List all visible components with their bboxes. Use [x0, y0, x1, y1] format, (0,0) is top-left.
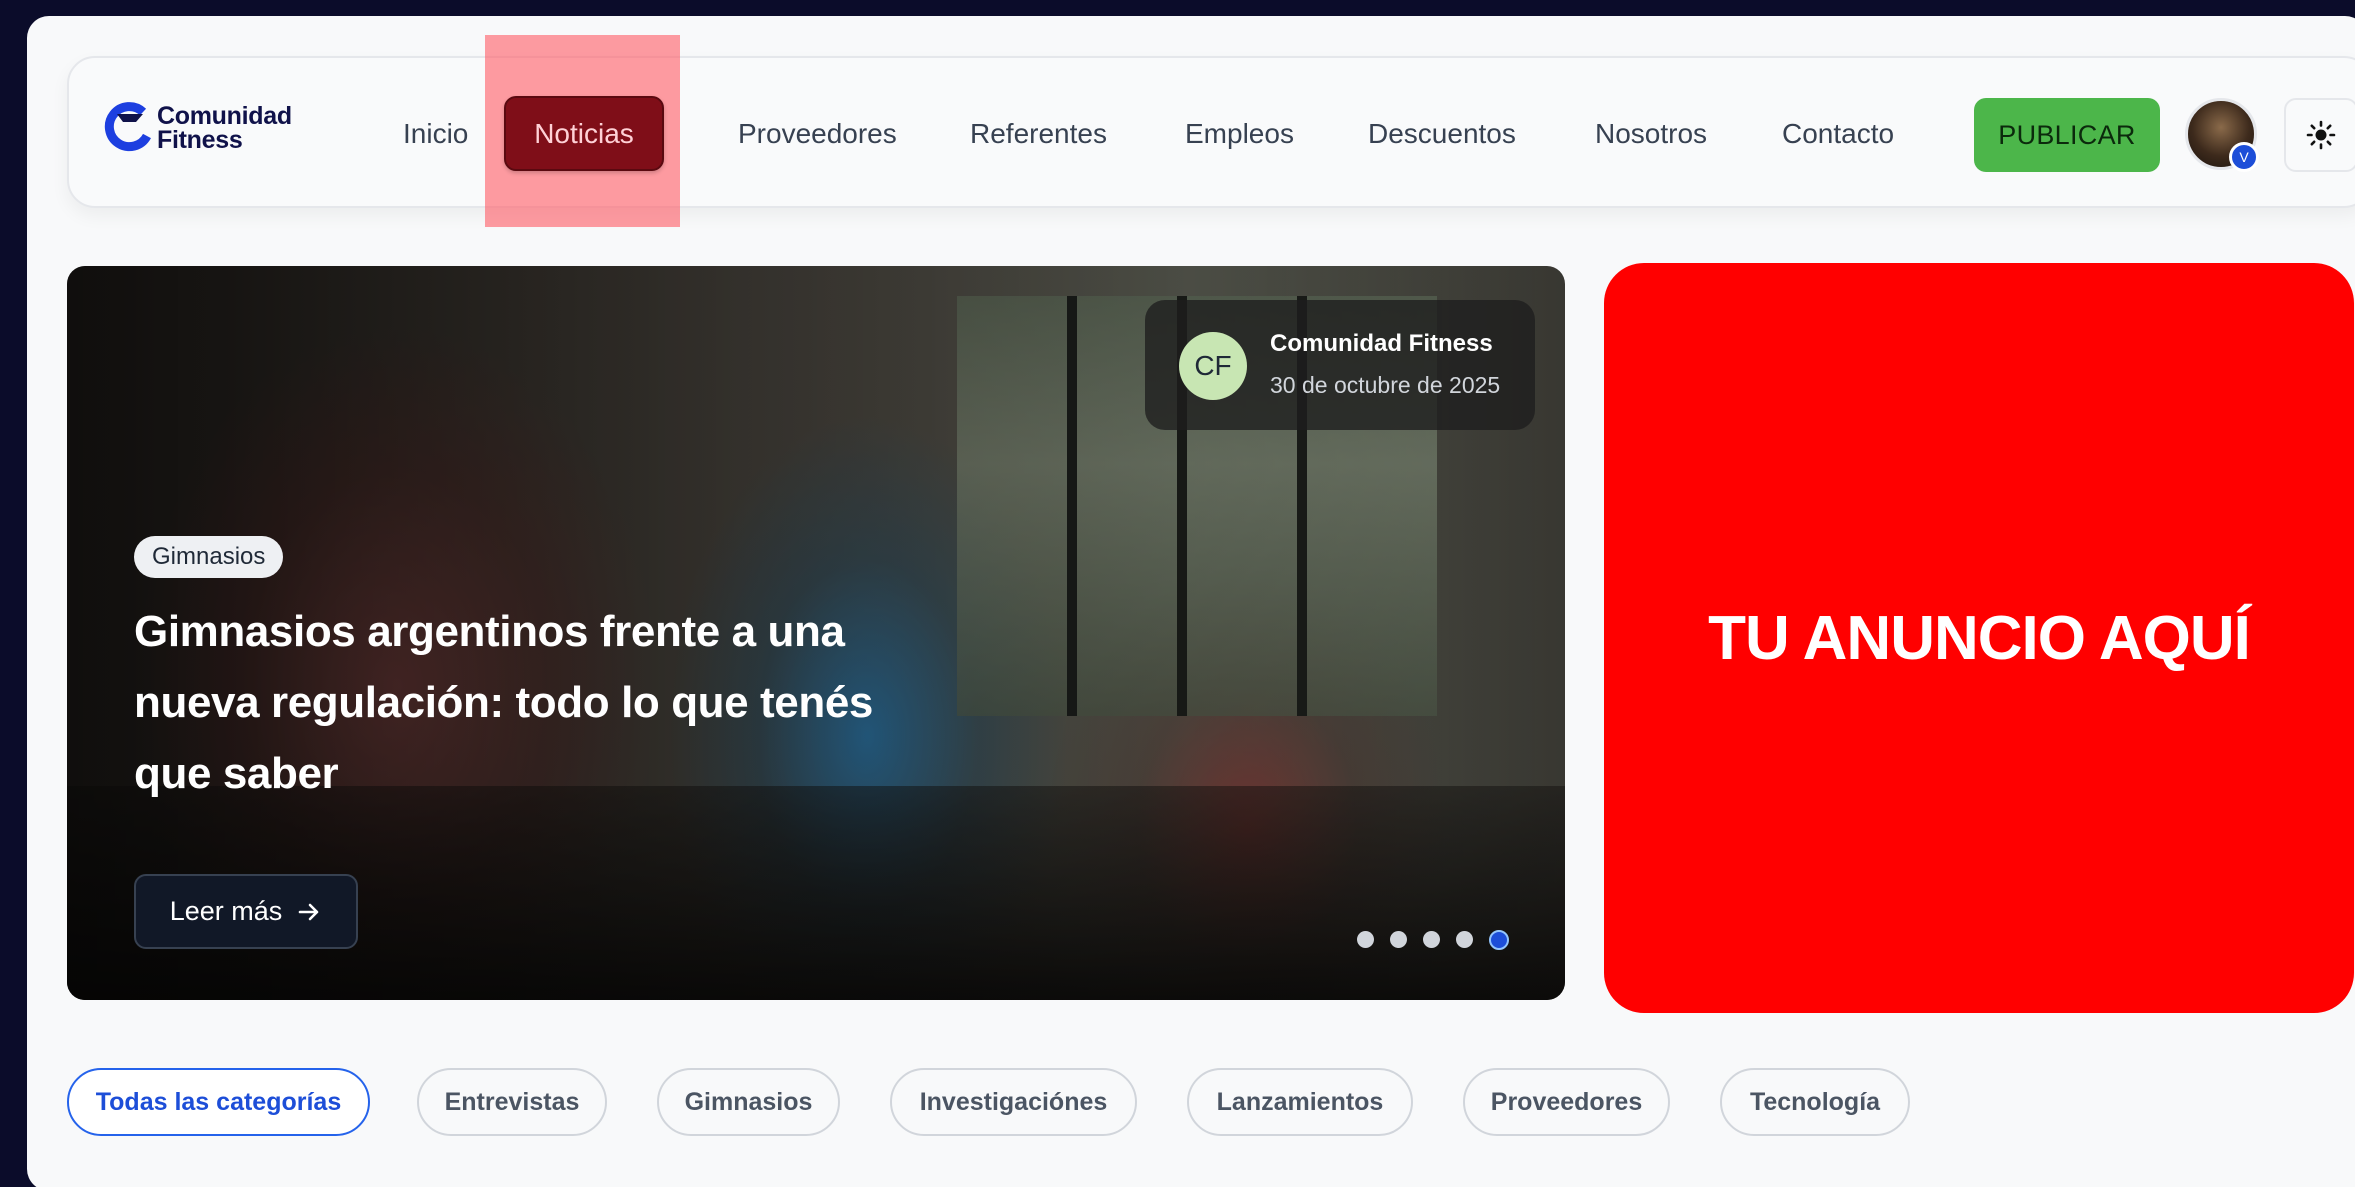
category-entrevistas[interactable]: Entrevistas: [417, 1068, 607, 1136]
publish-button[interactable]: PUBLICAR: [1974, 98, 2160, 172]
carousel-dot-2[interactable]: [1390, 931, 1407, 948]
ad-banner[interactable]: TU ANUNCIO AQUÍ: [1604, 263, 2354, 1013]
carousel-dot-3[interactable]: [1423, 931, 1440, 948]
publish-date: 30 de octubre de 2025: [1270, 372, 1501, 398]
nav-item-empleos[interactable]: Empleos: [1185, 114, 1294, 154]
nav-item-referentes[interactable]: Referentes: [970, 114, 1107, 154]
sun-icon: [2306, 120, 2336, 150]
top-navbar: Comunidad Fitness Inicio Proveedores Ref…: [67, 56, 2355, 208]
logo-mark-icon: [103, 102, 155, 154]
site-logo[interactable]: Comunidad Fitness: [103, 102, 292, 154]
nav-item-proveedores[interactable]: Proveedores: [738, 114, 897, 154]
arrow-right-icon: [298, 903, 319, 920]
hero-carousel[interactable]: Gimnasios Gimnasios argentinos frente a …: [67, 266, 1565, 1000]
author-card: CF Comunidad Fitness 30 de octubre de 20…: [1145, 300, 1535, 430]
carousel-pagination: [1357, 930, 1509, 950]
nav-item-nosotros[interactable]: Nosotros: [1595, 114, 1707, 154]
verified-badge-icon: V: [2229, 142, 2259, 172]
hero-category-badge[interactable]: Gimnasios: [134, 536, 284, 578]
category-lanzamientos[interactable]: Lanzamientos: [1187, 1068, 1413, 1136]
category-investigaciones[interactable]: Investigaciónes: [890, 1068, 1137, 1136]
hero-title[interactable]: Gimnasios argentinos frente a una nueva …: [134, 596, 934, 809]
app-window: Comunidad Fitness Inicio Proveedores Ref…: [27, 16, 2355, 1187]
category-gimnasios[interactable]: Gimnasios: [657, 1068, 840, 1136]
logo-line-1: Comunidad: [157, 102, 292, 130]
author-avatar: CF: [1179, 332, 1247, 400]
carousel-dot-4[interactable]: [1456, 931, 1473, 948]
nav-item-inicio[interactable]: Inicio: [403, 114, 468, 154]
logo-text: Comunidad Fitness: [157, 102, 292, 154]
carousel-dot-1[interactable]: [1357, 931, 1374, 948]
ad-text: TU ANUNCIO AQUÍ: [1708, 603, 2251, 673]
category-tecnologia[interactable]: Tecnología: [1720, 1068, 1910, 1136]
category-all[interactable]: Todas las categorías: [67, 1068, 370, 1136]
read-more-button[interactable]: Leer más: [134, 874, 358, 949]
nav-item-contacto[interactable]: Contacto: [1782, 114, 1894, 154]
category-proveedores[interactable]: Proveedores: [1463, 1068, 1670, 1136]
carousel-dot-5[interactable]: [1489, 930, 1509, 950]
logo-line-2: Fitness: [157, 126, 243, 154]
nav-item-noticias[interactable]: Noticias: [504, 96, 664, 171]
author-name: Comunidad Fitness: [1270, 330, 1493, 357]
read-more-label: Leer más: [169, 896, 283, 926]
nav-item-descuentos[interactable]: Descuentos: [1368, 114, 1516, 154]
theme-toggle-button[interactable]: [2284, 98, 2355, 172]
